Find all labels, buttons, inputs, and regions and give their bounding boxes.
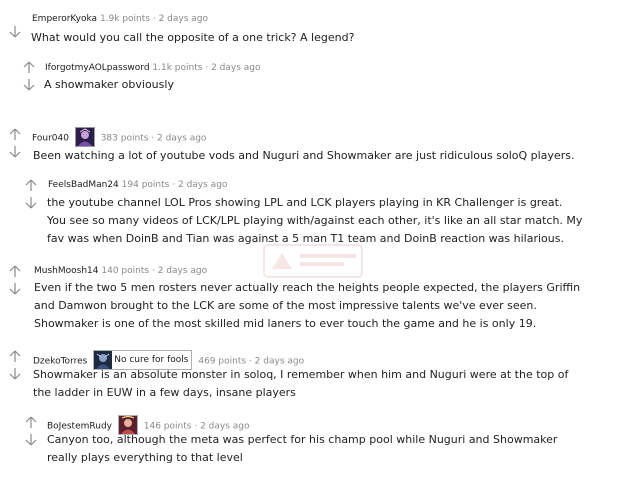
comment-time[interactable]: 2 days ago [255,357,304,367]
comment-points: 1.9k points [99,14,150,24]
upvote-button[interactable] [24,416,38,430]
downvote-button[interactable] [24,432,38,446]
comment-body: Been watching a lot of youtube vods and … [33,147,574,165]
champion-portrait-purple-icon [75,128,94,146]
vote-controls [8,128,22,168]
comment-line: What would you call the opposite of a on… [31,31,355,44]
downvote-button[interactable] [8,281,22,295]
upvote-arrow-icon [9,128,21,140]
meta-separator: · [152,14,156,24]
downvote-arrow-icon [9,26,21,38]
vote-controls [24,179,38,219]
comment-time[interactable]: 2 days ago [158,266,207,276]
meta-separator: · [248,356,252,367]
comment-points: 1.1k points [152,63,203,73]
comment-author[interactable]: Four040 [32,134,69,144]
comment-body: the youtube channel LOL Pros showing LPL… [47,194,582,248]
upvote-button[interactable] [22,61,36,75]
meta-separator: · [151,266,155,276]
comment-body: What would you call the opposite of a on… [31,29,354,47]
comment-line: You see so many videos of LCK/LPL playin… [47,214,583,227]
comment-body: Showmaker is an absolute monster in solo… [33,366,568,402]
comment-meta: IforgotmyAOLpassword 1.1k points · 2 day… [45,62,261,74]
comment-points: 194 points [121,180,170,190]
upvote-arrow-icon [9,350,21,362]
upvote-button[interactable] [24,179,38,193]
upvote-button[interactable] [8,128,22,142]
vote-controls [8,24,22,64]
comment-meta: EmperorKyoka 1.9k points · 2 days ago [32,13,208,25]
vote-controls [8,350,22,390]
comment-line: A showmaker obviously [44,78,174,91]
user-flair [74,127,95,147]
comment-author[interactable]: DzekoTorres [33,357,87,367]
downvote-arrow-icon [25,434,37,446]
comment-time[interactable]: 2 days ago [211,63,260,73]
comment-line: really plays everything to that level [47,451,243,464]
upvote-arrow-icon [9,265,21,277]
comment-author[interactable]: MushMoosh14 [34,266,99,276]
comment-author[interactable]: FeelsBadMan24 [48,180,119,190]
comment-author[interactable]: EmperorKyoka [32,14,97,24]
downvote-button[interactable] [8,366,22,380]
comment-points: 383 points [100,133,149,144]
comment-time[interactable]: 2 days ago [157,134,206,144]
comment-time[interactable]: 2 days ago [200,422,249,432]
downvote-arrow-icon [9,146,21,158]
upvote-button[interactable] [8,265,22,279]
vote-controls [22,61,36,101]
downvote-button[interactable] [8,144,22,158]
comment-body: A showmaker obviously [44,76,174,94]
comment-points: 140 points [101,266,150,276]
comment-points: 469 points [198,356,247,367]
downvote-arrow-icon [25,197,37,209]
upvote-arrow-icon [25,179,37,191]
comment-meta: FeelsBadMan24 194 points · 2 days ago [48,179,227,191]
downvote-arrow-icon [9,368,21,380]
downvote-button[interactable] [24,195,38,209]
upvote-arrow-icon [25,416,37,428]
meta-separator: · [205,63,209,73]
comment-line: Showmaker is an absolute monster in solo… [33,368,569,381]
downvote-arrow-icon [9,283,21,295]
comment-line: Even if the two 5 men rosters never actu… [34,281,581,294]
comment-time[interactable]: 2 days ago [159,14,208,24]
comment-line: the ladder in EUW in a few days, insane … [33,386,296,399]
vote-controls [8,265,22,305]
downvote-button[interactable] [8,24,22,38]
comment-body: Even if the two 5 men rosters never actu… [34,279,580,333]
comment-author[interactable]: IforgotmyAOLpassword [45,63,150,73]
upvote-arrow-icon [23,61,35,73]
comment-line: Showmaker is one of the most skilled mid… [34,317,537,330]
comment-meta: Four040 383 points · 2 days ago [32,127,206,148]
downvote-button[interactable] [22,77,36,91]
meta-separator: · [151,133,155,144]
meta-separator: · [194,421,198,432]
comment-line: Been watching a lot of youtube vods and … [33,149,575,162]
comment-line: the youtube channel LOL Pros showing LPL… [47,196,563,209]
meta-separator: · [172,180,176,190]
vote-controls [24,416,38,456]
comment-line: and Damwon brought to the LCK are some o… [34,299,537,312]
comment-author[interactable]: BoJestemRudy [47,422,112,432]
comment-time[interactable]: 2 days ago [178,180,227,190]
comment-body: Canyon too, although the meta was perfec… [47,431,557,467]
comment-meta: MushMoosh14 140 points · 2 days ago [34,265,207,277]
downvote-arrow-icon [23,79,35,91]
site-watermark-logo [263,244,363,278]
comment-line: Canyon too, although the meta was perfec… [47,433,558,446]
upvote-button[interactable] [8,350,22,364]
comment-points: 146 points [143,421,192,432]
